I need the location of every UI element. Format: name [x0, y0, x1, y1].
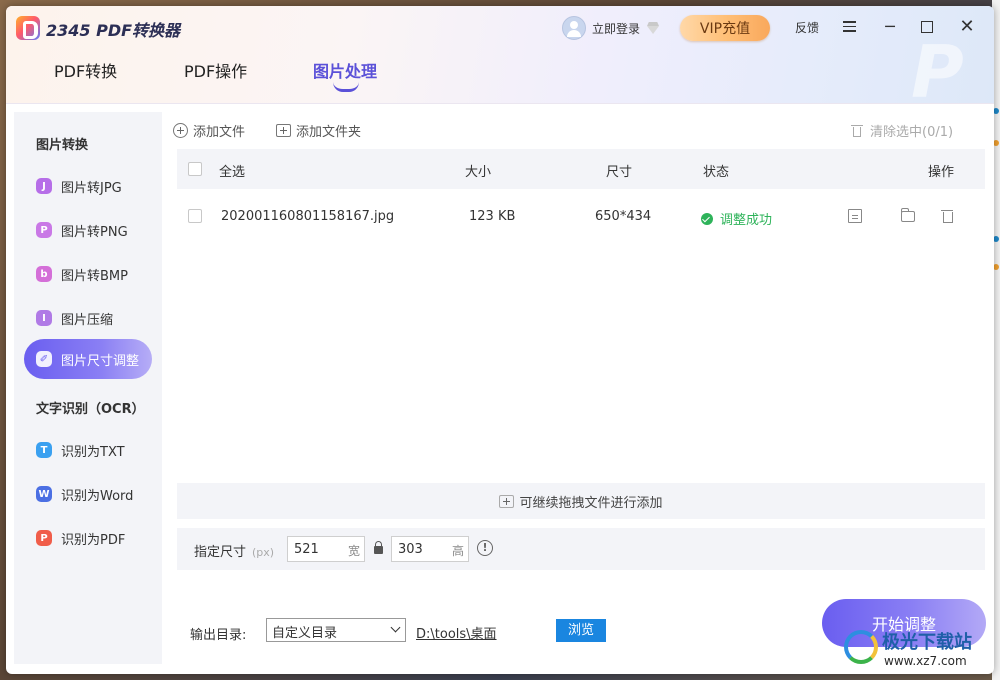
- avatar[interactable]: [562, 16, 586, 40]
- sidebar-item-label: 识别为TXT: [61, 444, 125, 460]
- tab-pdf-convert[interactable]: PDF转换: [54, 58, 117, 82]
- sidebar-item-image-to-bmp[interactable]: b 图片转BMP: [24, 254, 152, 294]
- table-header: 全选 大小 尺寸 状态 操作: [177, 149, 985, 189]
- lock-icon[interactable]: [374, 541, 383, 554]
- output-path-link[interactable]: D:\tools\桌面: [416, 623, 497, 642]
- delete-icon[interactable]: [940, 209, 954, 223]
- feedback-link[interactable]: 反馈: [795, 19, 819, 36]
- main-panel: 添加文件 添加文件夹 清除选中(0/1) 全选 大小 尺寸 状态 操作 2020…: [170, 112, 986, 664]
- resize-settings: 指定尺寸 (px) 521 宽 303 高 !: [177, 528, 985, 570]
- sidebar-item-label: 图片压缩: [61, 312, 114, 328]
- size-unit: (px): [252, 546, 275, 559]
- table-row[interactable]: 202001160801158167.jpg 123 KB 650*434 调整…: [177, 197, 985, 237]
- add-file-button[interactable]: 添加文件: [173, 121, 245, 140]
- sidebar-heading-ocr: 文字识别（OCR）: [36, 402, 145, 417]
- width-input[interactable]: 521 宽: [287, 536, 365, 562]
- header-watermark-logo: P: [911, 30, 964, 114]
- output-dir-select-value: 自定义目录: [272, 626, 338, 641]
- info-icon[interactable]: !: [477, 540, 493, 556]
- sidebar-item-label: 图片转BMP: [61, 268, 128, 284]
- clear-selected-button[interactable]: 清除选中(0/1): [851, 121, 953, 140]
- width-suffix: 宽: [347, 544, 360, 558]
- sidebar-item-image-to-png[interactable]: P 图片转PNG: [24, 210, 152, 250]
- jpg-icon: J: [36, 178, 52, 194]
- menu-icon[interactable]: [840, 18, 858, 36]
- header-select-all[interactable]: 全选: [219, 161, 245, 180]
- app-window: 2345 PDF转换器 立即登录 VIP充值 反馈 ─ ✕ P PDF转换 PD…: [6, 6, 994, 674]
- sidebar-item-label: 识别为PDF: [61, 532, 126, 548]
- browse-button[interactable]: 浏览: [556, 619, 606, 642]
- file-size: 123 KB: [469, 209, 516, 224]
- login-area[interactable]: 立即登录: [562, 16, 660, 40]
- resize-icon: ✐: [36, 351, 52, 367]
- success-check-icon: [701, 212, 713, 225]
- height-input[interactable]: 303 高: [391, 536, 469, 562]
- size-label: 指定尺寸 (px): [194, 541, 274, 560]
- tab-image-processing[interactable]: 图片处理: [313, 58, 377, 82]
- app-logo-icon: [16, 16, 40, 40]
- add-folder-icon: [276, 124, 291, 137]
- sidebar-item-ocr-word[interactable]: W 识别为Word: [24, 474, 152, 514]
- add-icon: [499, 494, 515, 508]
- png-icon: P: [36, 222, 52, 238]
- add-circle-icon: [173, 123, 188, 138]
- sidebar-item-ocr-pdf[interactable]: P 识别为PDF: [24, 518, 152, 558]
- width-value: 521: [294, 542, 319, 557]
- add-folder-button[interactable]: 添加文件夹: [276, 121, 361, 140]
- sidebar: 图片转换 J 图片转JPG P 图片转PNG b 图片转BMP I 图片压缩 ✐…: [14, 112, 162, 664]
- size-label-text: 指定尺寸: [194, 545, 247, 560]
- sidebar-item-ocr-txt[interactable]: T 识别为TXT: [24, 430, 152, 470]
- header-status: 状态: [703, 165, 730, 180]
- sidebar-item-label: 图片转PNG: [61, 224, 128, 240]
- sidebar-item-image-to-jpg[interactable]: J 图片转JPG: [24, 166, 152, 206]
- status-badge: 调整成功: [701, 209, 772, 228]
- minimize-icon[interactable]: ─: [881, 18, 899, 36]
- header-actions: 操作: [928, 165, 955, 180]
- output-dir-select[interactable]: 自定义目录: [266, 618, 406, 642]
- height-suffix: 高: [451, 544, 464, 558]
- header-dimensions: 尺寸: [606, 165, 633, 180]
- diamond-icon: [646, 22, 660, 34]
- bmp-icon: b: [36, 266, 52, 282]
- txt-icon: T: [36, 442, 52, 458]
- start-resize-button[interactable]: 开始调整: [822, 599, 986, 647]
- trash-icon: [851, 124, 863, 138]
- open-folder-icon[interactable]: [901, 208, 915, 222]
- drop-hint: 可继续拖拽文件进行添加: [519, 495, 663, 511]
- open-file-icon[interactable]: [848, 209, 862, 223]
- file-name: 202001160801158167.jpg: [221, 209, 395, 224]
- sidebar-item-image-compress[interactable]: I 图片压缩: [24, 298, 152, 338]
- sidebar-heading-image-convert: 图片转换: [36, 138, 89, 153]
- row-checkbox[interactable]: [188, 209, 202, 223]
- output-dir-label: 输出目录:: [190, 628, 247, 643]
- clear-selected-label: 清除选中(0/1): [870, 125, 954, 140]
- chevron-down-icon: [390, 622, 401, 633]
- status-text: 调整成功: [720, 213, 773, 228]
- sidebar-item-label: 图片尺寸调整: [61, 353, 140, 369]
- pdf-icon: P: [36, 530, 52, 546]
- height-value: 303: [398, 542, 423, 557]
- add-file-label: 添加文件: [193, 125, 246, 140]
- app-title: 2345 PDF转换器: [46, 21, 181, 40]
- word-icon: W: [36, 486, 52, 502]
- vip-recharge-button[interactable]: VIP充值: [680, 15, 770, 41]
- file-dimensions: 650*434: [595, 209, 652, 224]
- add-folder-label: 添加文件夹: [296, 125, 362, 140]
- header-size: 大小: [465, 165, 492, 180]
- title-bar: 2345 PDF转换器 立即登录 VIP充值 反馈 ─ ✕ P PDF转换 PD…: [6, 6, 994, 114]
- select-all-checkbox[interactable]: [188, 162, 202, 176]
- compress-icon: I: [36, 310, 52, 326]
- sidebar-item-label: 识别为Word: [61, 488, 134, 504]
- tab-pdf-operations[interactable]: PDF操作: [184, 58, 247, 82]
- active-tab-indicator: [333, 82, 359, 92]
- drop-zone[interactable]: 可继续拖拽文件进行添加: [177, 483, 985, 519]
- sidebar-item-image-resize[interactable]: ✐ 图片尺寸调整: [24, 339, 152, 379]
- login-link[interactable]: 立即登录: [592, 20, 640, 37]
- sidebar-item-label: 图片转JPG: [61, 180, 122, 196]
